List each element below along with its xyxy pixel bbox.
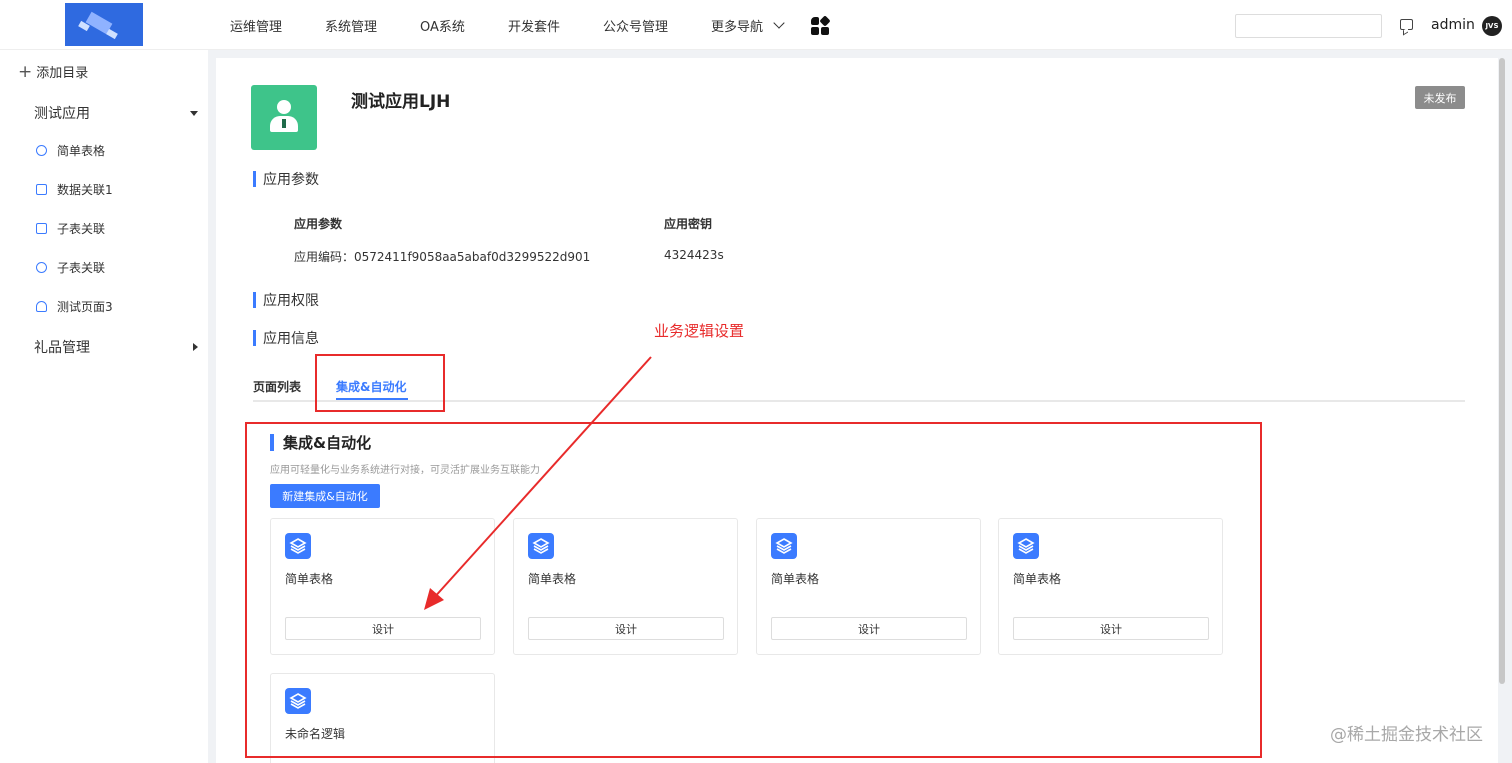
sidebar-item-label: 子表关联 <box>57 222 106 236</box>
nav-item-system[interactable]: 系统管理 <box>325 16 377 35</box>
status-badge[interactable]: 未发布 <box>1415 86 1465 109</box>
bag-icon <box>36 184 47 195</box>
sidebar-item-subtable-2[interactable]: 子表关联 <box>36 259 105 276</box>
param-head-code: 应用参数 <box>294 217 343 231</box>
section-app-params[interactable]: 应用参数 <box>253 169 319 189</box>
section-app-permissions[interactable]: 应用权限 <box>253 290 319 310</box>
top-nav: 运维管理 系统管理 OA系统 开发套件 公众号管理 更多导航 <box>230 0 826 50</box>
sidebar-item-data-link[interactable]: 数据关联1 <box>36 181 113 198</box>
caret-down-icon <box>190 110 198 116</box>
annotation-box-tab <box>315 354 445 412</box>
sidebar: + 添加目录 测试应用 简单表格 数据关联1 子表关联 子表关联 测试页面3 礼… <box>0 50 208 763</box>
app-grid-icon[interactable] <box>811 15 831 35</box>
section-title: 应用权限 <box>263 293 319 309</box>
settings-icon <box>36 262 47 273</box>
caret-right-icon <box>193 343 198 351</box>
param-value-code: 应用编码：0572411f9058aa5abaf0d3299522d901 <box>294 250 591 264</box>
sidebar-group-test-app[interactable]: 测试应用 <box>34 103 198 123</box>
avatar[interactable]: JVS <box>1482 16 1502 36</box>
nav-more-label: 更多导航 <box>710 19 763 35</box>
nav-item-more[interactable]: 更多导航 <box>710 16 785 35</box>
sidebar-item-label: 子表关联 <box>57 261 106 275</box>
scrollbar[interactable] <box>1499 58 1505 684</box>
section-title: 应用信息 <box>263 331 319 347</box>
nav-item-official-account[interactable]: 公众号管理 <box>603 16 668 35</box>
add-directory-label: 添加目录 <box>36 66 89 81</box>
annotation-box-section <box>245 422 1262 758</box>
sidebar-group-label: 测试应用 <box>34 106 90 122</box>
param-head-secret: 应用密钥 <box>664 217 713 231</box>
app-avatar-icon <box>251 85 317 150</box>
chevron-down-icon <box>773 17 785 29</box>
sidebar-item-label: 数据关联1 <box>57 183 113 197</box>
nav-item-oa[interactable]: OA系统 <box>420 16 465 35</box>
sidebar-item-label: 简单表格 <box>57 144 106 158</box>
tab-page-list[interactable]: 页面列表 <box>253 378 301 395</box>
user-icon <box>36 301 47 312</box>
add-directory-button[interactable]: + 添加目录 <box>18 62 88 81</box>
nav-item-ops[interactable]: 运维管理 <box>230 16 282 35</box>
message-icon[interactable] <box>1400 19 1413 30</box>
search-input[interactable] <box>1235 14 1382 38</box>
sidebar-group-label: 礼品管理 <box>34 340 90 356</box>
top-bar: 运维管理 系统管理 OA系统 开发套件 公众号管理 更多导航 admin JVS <box>0 0 1512 50</box>
sidebar-group-gift[interactable]: 礼品管理 <box>34 337 198 357</box>
plus-icon: + <box>18 61 33 82</box>
sidebar-item-label: 测试页面3 <box>57 300 113 314</box>
gear-icon <box>36 145 47 156</box>
sidebar-item-simple-table[interactable]: 简单表格 <box>36 142 105 159</box>
section-app-info[interactable]: 应用信息 <box>253 328 319 348</box>
table-icon <box>36 223 47 234</box>
sidebar-item-test-page[interactable]: 测试页面3 <box>36 298 113 315</box>
section-title: 应用参数 <box>263 172 319 188</box>
user-name[interactable]: admin <box>1431 17 1475 33</box>
annotation-label: 业务逻辑设置 <box>654 322 745 340</box>
param-value-secret: 4324423s <box>664 248 724 262</box>
sidebar-item-subtable-1[interactable]: 子表关联 <box>36 220 105 237</box>
nav-item-dev-kit[interactable]: 开发套件 <box>508 16 560 35</box>
logo[interactable] <box>65 3 143 46</box>
app-title: 测试应用LJH <box>351 92 451 112</box>
watermark: @稀土掘金技术社区 <box>1330 725 1483 745</box>
